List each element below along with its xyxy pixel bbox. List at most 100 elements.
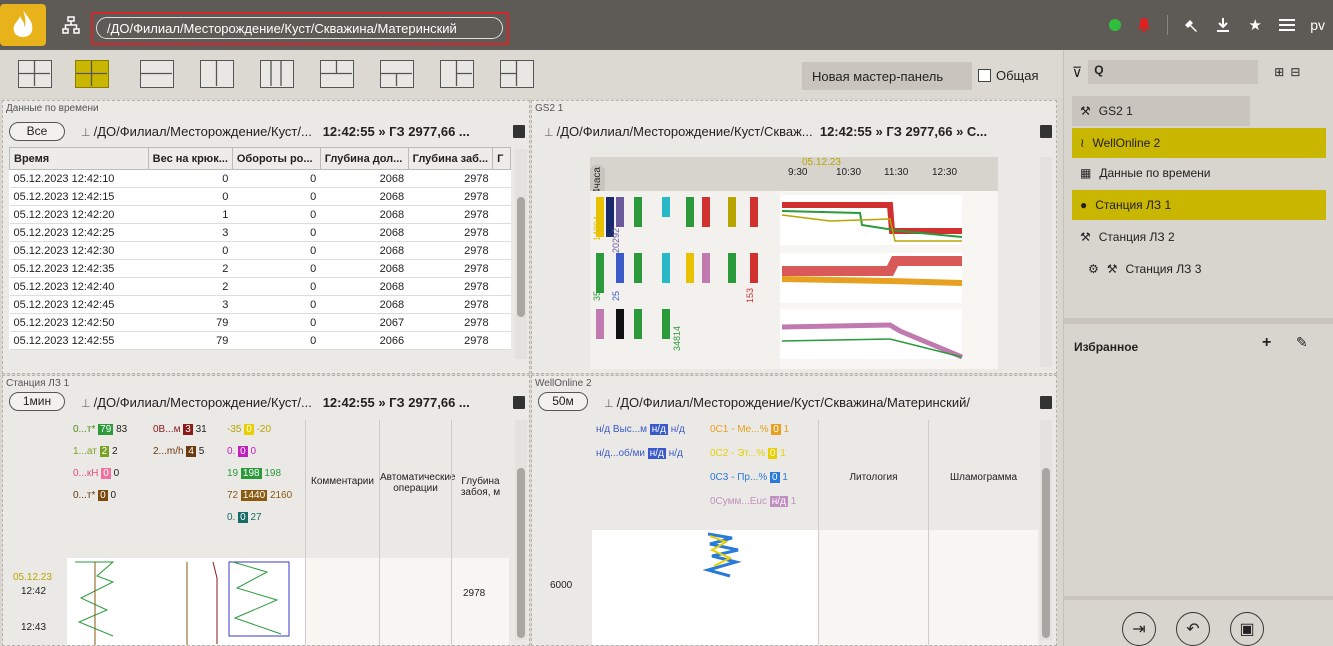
master-panel-name[interactable]: Новая мастер-панель	[802, 62, 972, 90]
table-cell: 0	[148, 169, 233, 188]
layout-3cols-button[interactable]	[260, 60, 294, 88]
gauge-value: 2	[99, 446, 110, 457]
expand-all-icon[interactable]: ⊞	[1274, 65, 1284, 79]
gauge-label: 0.	[227, 512, 236, 523]
scroll-thumb[interactable]	[517, 197, 525, 317]
col-header[interactable]: Вес на крюк...	[147, 147, 233, 170]
sidebar-item-lz3[interactable]: ⚙ ⚒ Станция ЛЗ 3	[1072, 254, 1326, 284]
pin-icon[interactable]: ⊥	[81, 126, 91, 139]
range-50m-button[interactable]: 50м	[538, 392, 588, 411]
table-cell: 0	[232, 331, 321, 350]
sidebar-item-time-data[interactable]: ▦ Данные по времени	[1072, 158, 1326, 188]
layout-2x2-button-active[interactable]	[75, 60, 109, 88]
col-header[interactable]: Г	[492, 147, 511, 170]
sidebar-divider	[1064, 596, 1333, 600]
checkbox-icon[interactable]	[978, 69, 991, 82]
add-favorite-icon[interactable]: +	[1262, 334, 1271, 352]
range-1min-button[interactable]: 1мин	[9, 392, 65, 411]
col-header[interactable]: Глубина заб...	[407, 147, 494, 170]
table-cell	[492, 331, 511, 350]
pin-icon[interactable]: ⊥	[81, 397, 91, 410]
table-cell: 0	[148, 187, 233, 206]
logo-flame-icon[interactable]	[0, 4, 46, 46]
pin-icon[interactable]: ⊥	[604, 397, 614, 410]
panel-path[interactable]: /ДО/Филиал/Месторождение/Куст/...	[94, 124, 312, 139]
table-row[interactable]: 05.12.2023 12:42:45 3 0 2068 2978	[9, 295, 511, 314]
hierarchy-icon[interactable]	[62, 16, 80, 34]
table-row[interactable]: 05.12.2023 12:42:10 0 0 2068 2978	[9, 169, 511, 188]
gauge-value: н/д	[647, 448, 666, 459]
panel-header: ⊥/ДО/Филиал/Месторождение/Куст/... 12:42…	[81, 395, 511, 410]
download-icon[interactable]	[1214, 16, 1232, 34]
save-icon[interactable]: ▣	[1230, 612, 1264, 646]
layout-2x2-button[interactable]	[18, 60, 52, 88]
range-all-button[interactable]: Все	[9, 122, 65, 141]
scroll-thumb[interactable]	[1042, 468, 1050, 638]
pin-icon[interactable]: ⊥	[544, 126, 554, 139]
table-cell: 79	[148, 331, 233, 350]
table-row[interactable]: 05.12.2023 12:42:25 3 0 2068 2978	[9, 223, 511, 242]
table-row[interactable]: 05.12.2023 12:42:40 2 0 2068 2978	[9, 277, 511, 296]
layout-top-split-button[interactable]	[320, 60, 354, 88]
edit-icon[interactable]: ✎	[1296, 334, 1308, 351]
scrollbar[interactable]	[1040, 420, 1052, 640]
path-selector[interactable]: /ДО/Филиал/Месторождение/Куст/Скважина/М…	[96, 17, 503, 39]
table-cell: 2066	[320, 331, 409, 350]
star-icon[interactable]: ★	[1246, 16, 1264, 34]
top-bar: /ДО/Филиал/Месторождение/Куст/Скважина/М…	[0, 0, 1333, 50]
table-cell: 0	[232, 241, 321, 260]
trash-icon[interactable]	[513, 396, 525, 409]
gauge-value: 0	[244, 424, 254, 435]
scrollbar[interactable]	[1040, 157, 1052, 367]
hammer-icon[interactable]	[1182, 16, 1200, 34]
trash-icon[interactable]	[1040, 125, 1052, 138]
drill-icon: ⚒	[1080, 104, 1091, 118]
sidebar-item-label: Станция ЛЗ 3	[1125, 262, 1202, 276]
common-checkbox[interactable]: Общая	[978, 68, 1039, 83]
user-name[interactable]: pv	[1310, 17, 1325, 33]
logout-icon[interactable]: ⇥	[1122, 612, 1156, 646]
scrollbar[interactable]	[515, 420, 527, 640]
table-row[interactable]: 05.12.2023 12:42:30 0 0 2068 2978	[9, 241, 511, 260]
table-cell: 0	[232, 277, 321, 296]
search-input[interactable]: Q	[1088, 60, 1259, 84]
col-header[interactable]: Обороты ро...	[231, 147, 321, 170]
gauge-value: 79	[98, 424, 114, 435]
table-row[interactable]: 05.12.2023 12:42:55 79 0 2066 2978	[9, 331, 511, 350]
col-header[interactable]: Время	[9, 147, 149, 170]
panel-path[interactable]: /ДО/Филиал/Месторождение/Куст/Скваж...	[557, 124, 813, 139]
sidebar-item-gs2[interactable]: ⚒ GS2 1	[1072, 96, 1250, 126]
trash-icon[interactable]	[1040, 396, 1052, 409]
layout-left-split-button[interactable]	[440, 60, 474, 88]
table-cell: 0	[148, 241, 233, 260]
trash-icon[interactable]	[513, 125, 525, 138]
layout-rows-button[interactable]	[140, 60, 174, 88]
undo-icon[interactable]: ↶	[1176, 612, 1210, 646]
panel-path[interactable]: /ДО/Филиал/Месторождение/Куст/...	[94, 395, 312, 410]
menu-icon[interactable]	[1278, 16, 1296, 34]
table-row[interactable]: 05.12.2023 12:42:50 79 0 2067 2978	[9, 313, 511, 332]
table-cell: 0	[232, 295, 321, 314]
sidebar-item-wellonline[interactable]: ≀ WellOnline 2	[1072, 128, 1326, 158]
bell-icon[interactable]	[1135, 16, 1153, 34]
filter-icon[interactable]: ⊽	[1072, 64, 1082, 81]
station-icon: ●	[1080, 198, 1088, 212]
collapse-all-icon[interactable]: ⊟	[1290, 65, 1300, 79]
layout-bottom-split-button[interactable]	[380, 60, 414, 88]
sidebar-item-lz2[interactable]: ⚒ Станция ЛЗ 2	[1072, 222, 1326, 252]
panel-path[interactable]: /ДО/Филиал/Месторождение/Куст/Скважина/М…	[617, 395, 970, 410]
layout-right-split-button[interactable]	[500, 60, 534, 88]
scroll-thumb[interactable]	[517, 468, 525, 638]
scrollbar[interactable]	[515, 149, 527, 359]
table-row[interactable]: 05.12.2023 12:42:35 2 0 2068 2978	[9, 259, 511, 278]
layout-cols-button[interactable]	[200, 60, 234, 88]
gauge-label: 19	[227, 468, 239, 479]
col-header[interactable]: Глубина дол...	[319, 147, 409, 170]
table-cell: 2068	[320, 223, 409, 242]
table-cell: 0	[232, 223, 321, 242]
table-row[interactable]: 05.12.2023 12:42:15 0 0 2068 2978	[9, 187, 511, 206]
table-cell: 2068	[320, 295, 409, 314]
table-icon: ▦	[1080, 166, 1092, 180]
sidebar-item-lz1[interactable]: ● Станция ЛЗ 1	[1072, 190, 1326, 220]
table-row[interactable]: 05.12.2023 12:42:20 1 0 2068 2978	[9, 205, 511, 224]
